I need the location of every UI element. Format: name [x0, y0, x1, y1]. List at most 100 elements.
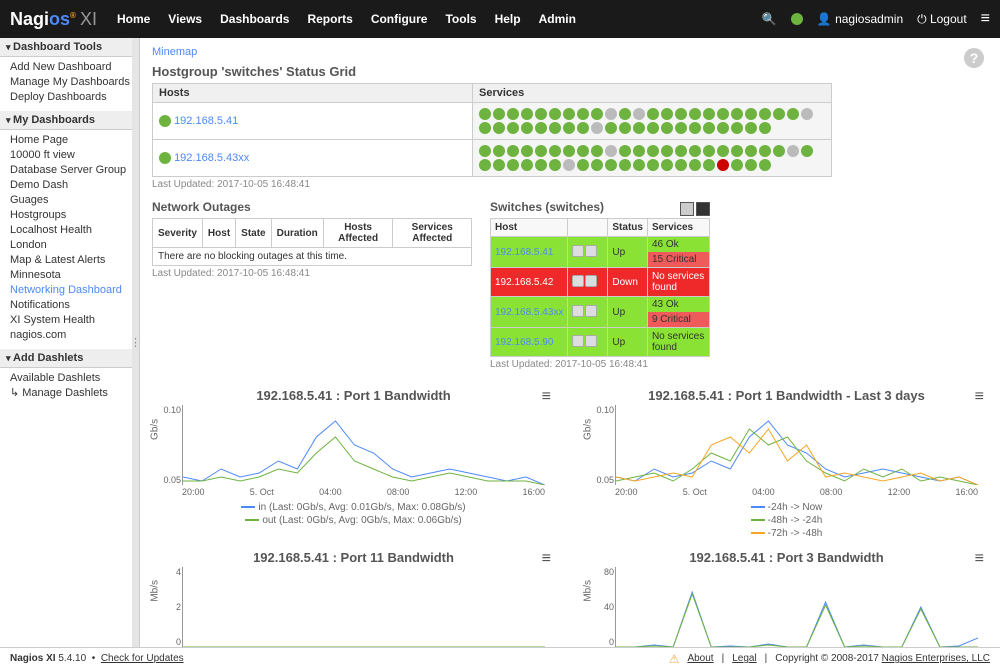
host-link[interactable]: 192.168.5.43xx: [174, 152, 249, 164]
sidebar-item[interactable]: XI System Health: [10, 313, 139, 328]
service-dot-icon[interactable]: [633, 159, 645, 171]
service-dot-icon[interactable]: [647, 159, 659, 171]
sidebar-item[interactable]: Home Page: [10, 133, 139, 148]
service-dot-icon[interactable]: [493, 122, 505, 134]
sidebar-sec-add[interactable]: Add Dashlets: [0, 349, 139, 368]
service-dot-icon[interactable]: [647, 122, 659, 134]
warning-icon[interactable]: ⚠: [669, 652, 680, 666]
sidebar-item[interactable]: Networking Dashboard: [10, 283, 139, 298]
service-dot-icon[interactable]: [759, 108, 771, 120]
service-dot-icon[interactable]: [535, 122, 547, 134]
service-dot-icon[interactable]: [731, 159, 743, 171]
service-dot-icon[interactable]: [703, 122, 715, 134]
sidebar-item[interactable]: Available Dashlets: [10, 371, 139, 386]
service-dot-icon[interactable]: [675, 122, 687, 134]
service-dot-icon[interactable]: [745, 159, 757, 171]
sidebar-item[interactable]: Deploy Dashboards: [10, 90, 139, 105]
sidebar-item[interactable]: Manage My Dashboards: [10, 75, 139, 90]
service-dot-icon[interactable]: [675, 145, 687, 157]
chart-area[interactable]: Mb/s80400: [615, 567, 978, 647]
search-icon[interactable]: 🔍: [762, 12, 777, 26]
sidebar-sec-my[interactable]: My Dashboards: [0, 111, 139, 130]
service-dot-icon[interactable]: [493, 159, 505, 171]
service-dot-icon[interactable]: [717, 108, 729, 120]
company-link[interactable]: Nagios Enterprises, LLC: [882, 653, 990, 664]
sidebar-item[interactable]: Hostgroups: [10, 208, 139, 223]
service-dot-icon[interactable]: [745, 108, 757, 120]
chart-area[interactable]: Mb/s420: [182, 567, 545, 647]
service-dot-icon[interactable]: [745, 122, 757, 134]
service-dot-icon[interactable]: [619, 145, 631, 157]
logout-link[interactable]: ⏻ Logout: [917, 12, 967, 27]
nav-dashboards[interactable]: Dashboards: [220, 12, 289, 26]
service-dot-icon[interactable]: [563, 159, 575, 171]
service-dot-icon[interactable]: [703, 159, 715, 171]
sidebar-item[interactable]: Localhost Health: [10, 223, 139, 238]
nav-configure[interactable]: Configure: [371, 12, 428, 26]
view-list-icon[interactable]: [696, 202, 710, 216]
service-dot-icon[interactable]: [787, 108, 799, 120]
service-dot-icon[interactable]: [535, 145, 547, 157]
service-dot-icon[interactable]: [773, 145, 785, 157]
service-dot-icon[interactable]: [507, 122, 519, 134]
sidebar-item[interactable]: Minnesota: [10, 268, 139, 283]
service-dot-icon[interactable]: [591, 122, 603, 134]
service-dot-icon[interactable]: [675, 108, 687, 120]
nav-views[interactable]: Views: [168, 12, 202, 26]
service-dot-icon[interactable]: [577, 108, 589, 120]
action-icon[interactable]: [572, 275, 584, 287]
nav-admin[interactable]: Admin: [539, 12, 576, 26]
service-dot-icon[interactable]: [801, 108, 813, 120]
action-icon[interactable]: [572, 335, 584, 347]
service-dot-icon[interactable]: [535, 159, 547, 171]
service-dot-icon[interactable]: [591, 108, 603, 120]
service-dot-icon[interactable]: [479, 145, 491, 157]
nav-help[interactable]: Help: [495, 12, 521, 26]
action-icon[interactable]: [572, 305, 584, 317]
service-dot-icon[interactable]: [619, 159, 631, 171]
service-dot-icon[interactable]: [619, 108, 631, 120]
action-icon[interactable]: [585, 245, 597, 257]
service-dot-icon[interactable]: [731, 108, 743, 120]
host-link[interactable]: 192.168.5.43xx: [495, 307, 563, 318]
sidebar-item[interactable]: Database Server Group: [10, 163, 139, 178]
action-icon[interactable]: [585, 335, 597, 347]
service-dot-icon[interactable]: [773, 108, 785, 120]
service-dot-icon[interactable]: [647, 145, 659, 157]
sidebar-item[interactable]: nagios.com: [10, 328, 139, 343]
service-dot-icon[interactable]: [689, 159, 701, 171]
service-dot-icon[interactable]: [661, 159, 673, 171]
sidebar-item[interactable]: Demo Dash: [10, 178, 139, 193]
service-dot-icon[interactable]: [717, 122, 729, 134]
service-dot-icon[interactable]: [479, 159, 491, 171]
service-dot-icon[interactable]: [507, 145, 519, 157]
service-dot-icon[interactable]: [577, 145, 589, 157]
service-dot-icon[interactable]: [759, 145, 771, 157]
service-dot-icon[interactable]: [563, 122, 575, 134]
sidebar-item[interactable]: Map & Latest Alerts: [10, 253, 139, 268]
service-dot-icon[interactable]: [689, 108, 701, 120]
nav-home[interactable]: Home: [117, 12, 150, 26]
service-dot-icon[interactable]: [549, 145, 561, 157]
service-dot-icon[interactable]: [605, 145, 617, 157]
check-updates-link[interactable]: Check for Updates: [101, 653, 184, 664]
service-dot-icon[interactable]: [661, 108, 673, 120]
service-dot-icon[interactable]: [689, 145, 701, 157]
chart-menu-icon[interactable]: ≡: [975, 388, 984, 406]
service-dot-icon[interactable]: [521, 159, 533, 171]
service-dot-icon[interactable]: [717, 145, 729, 157]
sidebar-sec-tools[interactable]: Dashboard Tools: [0, 38, 139, 57]
service-dot-icon[interactable]: [577, 159, 589, 171]
service-dot-icon[interactable]: [563, 108, 575, 120]
service-dot-icon[interactable]: [549, 108, 561, 120]
service-dot-icon[interactable]: [633, 145, 645, 157]
sidebar-item[interactable]: Notifications: [10, 298, 139, 313]
service-dot-icon[interactable]: [591, 159, 603, 171]
service-dot-icon[interactable]: [689, 122, 701, 134]
help-icon[interactable]: ?: [964, 48, 984, 68]
service-dot-icon[interactable]: [731, 145, 743, 157]
service-dot-icon[interactable]: [801, 145, 813, 157]
service-dot-icon[interactable]: [493, 108, 505, 120]
nav-reports[interactable]: Reports: [307, 12, 352, 26]
service-dot-icon[interactable]: [647, 108, 659, 120]
